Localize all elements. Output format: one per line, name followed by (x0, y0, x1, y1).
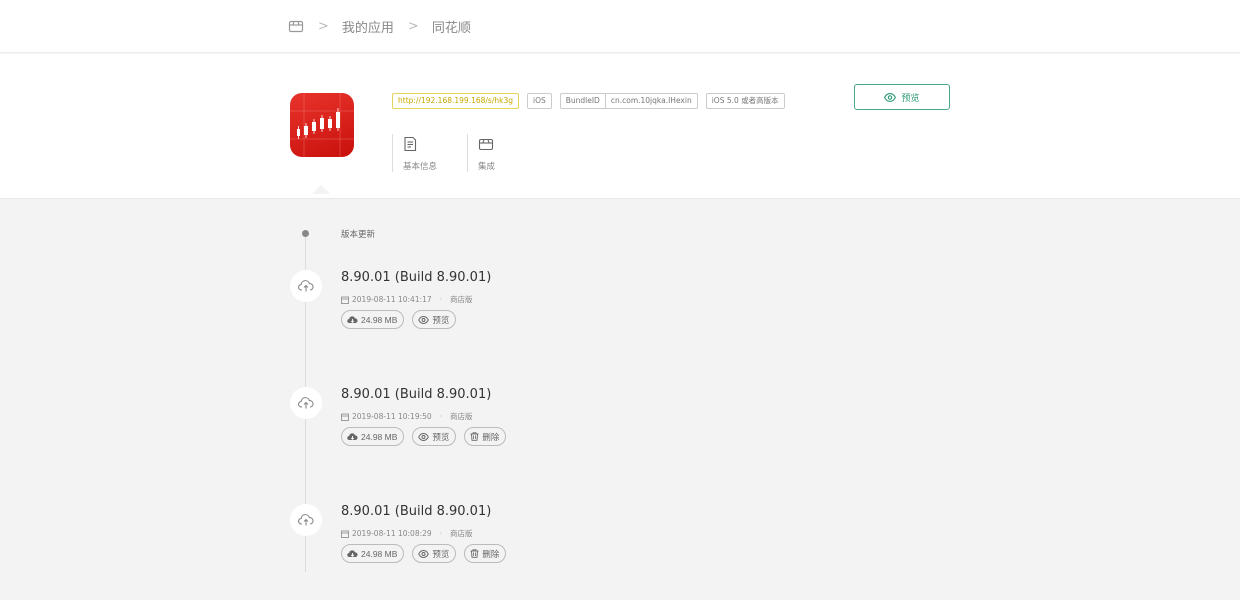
version-entry: 8.90.01 (Build 8.90.01) 2019-08-11 10:19… (0, 387, 1240, 467)
version-title: 8.90.01 (Build 8.90.01) (341, 504, 492, 519)
cloud-upload-icon (290, 387, 322, 419)
version-date: 2019-08-11 10:19:50 (352, 412, 432, 421)
tab-integration[interactable]: 集成 (467, 134, 542, 172)
document-icon (403, 136, 467, 152)
eye-icon (418, 315, 430, 324)
version-preview-label: 预览 (432, 548, 450, 559)
trash-icon (470, 432, 479, 441)
app-icon (290, 93, 354, 157)
eye-icon (884, 92, 897, 102)
cloud-download-icon (347, 550, 358, 558)
version-channel: 商店版 (450, 529, 473, 538)
meta-separator: · (439, 412, 443, 421)
timeline-start-dot (302, 230, 309, 237)
version-preview-button[interactable]: 预览 (412, 544, 457, 563)
app-subnav: 基本信息 集成 (392, 134, 542, 172)
active-tab-pointer (312, 185, 330, 194)
version-title: 8.90.01 (Build 8.90.01) (341, 387, 492, 402)
cloud-download-icon (347, 433, 358, 441)
breadcrumb-separator: > (318, 18, 329, 34)
version-channel: 商店版 (450, 295, 473, 304)
cloud-upload-icon (290, 270, 322, 302)
version-entry: 8.90.01 (Build 8.90.01) 2019-08-11 10:41… (0, 270, 1240, 350)
preview-button[interactable]: 预览 (854, 84, 950, 110)
version-actions: 24.98 MB 预览 删除 (341, 544, 514, 563)
tab-basic-info-label: 基本信息 (403, 162, 438, 172)
app-tags: http://192.168.199.168/s/hk3g iOS Bundle… (392, 93, 793, 109)
min-os-tag: iOS 5.0 或者高版本 (705, 93, 785, 109)
version-actions: 24.98 MB 预览 (341, 310, 464, 329)
calendar-icon (341, 530, 349, 538)
version-preview-label: 预览 (432, 314, 450, 325)
version-title: 8.90.01 (Build 8.90.01) (341, 270, 492, 285)
cloud-download-icon (347, 316, 358, 324)
box-icon (478, 136, 542, 152)
version-meta: 2019-08-11 10:19:50 · 商店版 (341, 411, 473, 422)
version-delete-button[interactable]: 删除 (464, 544, 507, 563)
bundle-id-key: BundleID (561, 94, 606, 108)
meta-separator: · (439, 529, 443, 538)
breadcrumb-my-apps[interactable]: 我的应用 (342, 17, 394, 36)
box-icon[interactable] (288, 18, 304, 34)
platform-tag: iOS (526, 93, 552, 109)
preview-button-label: 预览 (901, 92, 920, 103)
download-size-button[interactable]: 24.98 MB (341, 544, 405, 563)
download-url-tag[interactable]: http://192.168.199.168/s/hk3g (392, 93, 519, 109)
version-date: 2019-08-11 10:08:29 (352, 529, 432, 538)
breadcrumb-separator: > (407, 18, 419, 34)
version-date: 2019-08-11 10:41:17 (352, 295, 432, 304)
calendar-icon (341, 413, 349, 421)
version-preview-button[interactable]: 预览 (412, 310, 457, 329)
version-delete-label: 删除 (482, 548, 500, 559)
cloud-upload-icon (290, 504, 322, 536)
version-delete-label: 删除 (482, 431, 500, 442)
version-preview-button[interactable]: 预览 (412, 427, 457, 446)
breadcrumb: > 我的应用 > 同花顺 (288, 16, 471, 36)
breadcrumb-current-app: 同花顺 (431, 20, 471, 36)
version-delete-button[interactable]: 删除 (464, 427, 507, 446)
trash-icon (470, 549, 479, 558)
eye-icon (418, 432, 430, 441)
version-channel: 商店版 (450, 412, 473, 421)
bundle-id-tag: BundleID cn.com.10jqka.IHexin (559, 93, 698, 109)
calendar-icon (341, 296, 349, 304)
version-meta: 2019-08-11 10:08:29 · 商店版 (341, 528, 473, 539)
version-entry: 8.90.01 (Build 8.90.01) 2019-08-11 10:08… (0, 504, 1240, 584)
version-actions: 24.98 MB 预览 删除 (341, 427, 514, 446)
top-bar: > 我的应用 > 同花顺 (0, 0, 1240, 53)
bundle-id-value: cn.com.10jqka.IHexin (610, 96, 692, 105)
tab-integration-label: 集成 (478, 162, 496, 172)
eye-icon (418, 549, 430, 558)
tab-basic-info[interactable]: 基本信息 (392, 134, 467, 172)
download-size-label: 24.98 MB (361, 431, 398, 442)
version-preview-label: 预览 (432, 431, 450, 442)
version-meta: 2019-08-11 10:41:17 · 商店版 (341, 294, 473, 305)
download-size-label: 24.98 MB (361, 548, 398, 559)
meta-separator: · (439, 295, 443, 304)
app-header: http://192.168.199.168/s/hk3g iOS Bundle… (0, 54, 1240, 199)
download-size-label: 24.98 MB (361, 314, 398, 325)
download-size-button[interactable]: 24.98 MB (341, 310, 405, 329)
timeline-heading: 版本更新 (341, 230, 376, 240)
download-size-button[interactable]: 24.98 MB (341, 427, 405, 446)
